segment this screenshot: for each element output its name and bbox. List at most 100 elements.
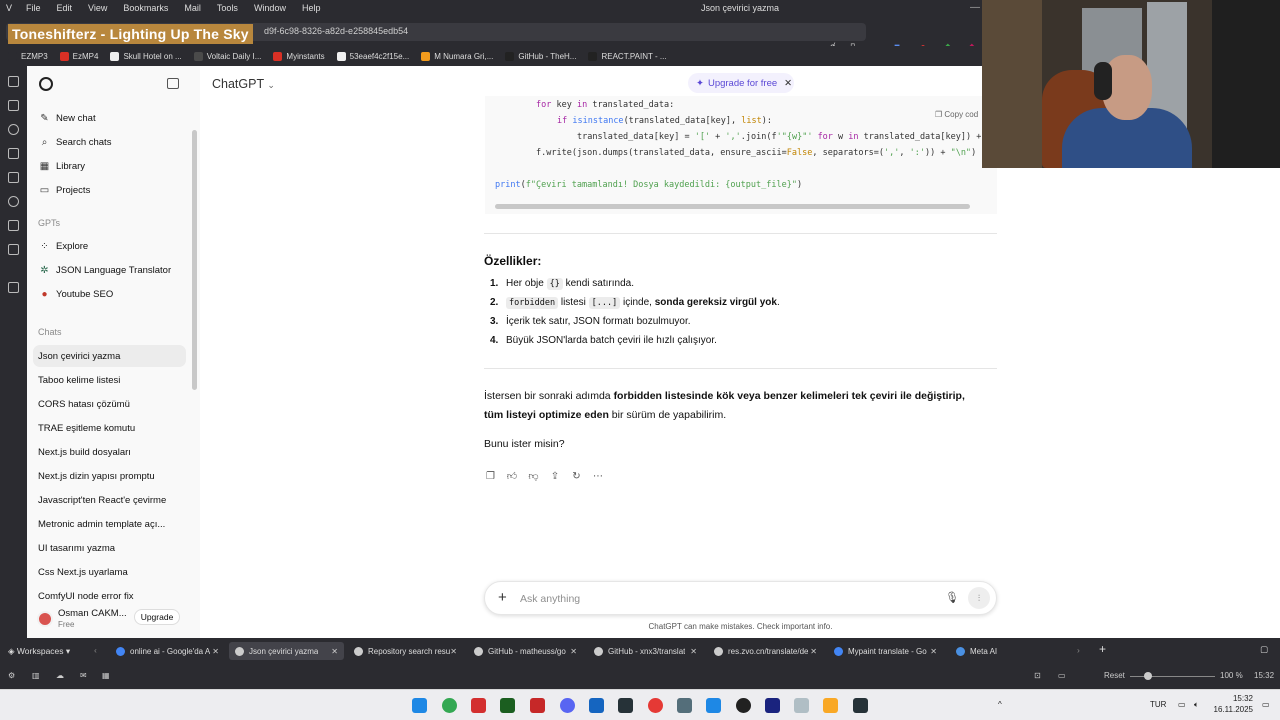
bookmarks-panel-icon[interactable] (8, 76, 19, 87)
close-tab-icon[interactable]: ✕ (810, 647, 817, 656)
chatgpt-logo-icon[interactable] (39, 77, 53, 91)
mail-panel-icon[interactable] (8, 220, 19, 231)
reading-list-panel-icon[interactable] (8, 196, 19, 207)
code-scrollbar[interactable] (495, 204, 970, 209)
browser-tab[interactable]: GitHub - xnx3/translat ✕ (588, 642, 703, 660)
explore-gpts-button[interactable]: ⁘ Explore (33, 235, 187, 257)
tray-time[interactable]: 15:32 (1213, 694, 1253, 703)
app-icon[interactable] (706, 698, 721, 713)
bookmark-item[interactable]: Voltaic Daily I... (193, 51, 261, 61)
calendar-panel-icon[interactable] (8, 244, 19, 255)
browser-tab[interactable]: Json çevirici yazma ✕ (229, 642, 344, 660)
close-tab-icon[interactable]: ✕ (212, 647, 219, 656)
chat-history-item[interactable]: Next.js build dosyaları (33, 441, 186, 463)
bookmark-item[interactable]: M Numara Gri,... (421, 51, 493, 61)
chat-history-item[interactable]: ComfyUI node error fix (33, 585, 186, 607)
zoom-slider-handle[interactable] (1144, 672, 1152, 680)
search-chats-button[interactable]: ⌕ Search chats (33, 131, 187, 153)
discord-icon[interactable] (560, 698, 575, 713)
close-tab-icon[interactable]: ✕ (570, 647, 577, 656)
start-icon[interactable] (412, 698, 427, 713)
new-chat-button[interactable]: ✎ New chat (33, 107, 187, 129)
close-tab-icon[interactable]: ✕ (450, 647, 457, 656)
gpt-youtube-seo[interactable]: ● Youtube SEO (33, 283, 187, 305)
upgrade-pill[interactable]: ✦ Upgrade for free ✕ (688, 73, 794, 93)
network-icon[interactable]: ▭ (1178, 700, 1186, 709)
avatar[interactable] (37, 611, 53, 627)
browser-tab[interactable]: Mypaint translate - Go ✕ (828, 642, 943, 660)
more-icon[interactable]: ⋯ (593, 471, 604, 482)
downloads-panel-icon[interactable] (8, 100, 19, 111)
bookmark-item[interactable]: EZMP3 (8, 51, 48, 61)
menu-file[interactable]: File (18, 3, 49, 13)
bookmark-item[interactable]: Myinstants (273, 51, 325, 61)
vivaldi-logo-icon[interactable]: V (0, 3, 18, 13)
workspaces-button[interactable]: ◈ Workspaces ▾ (8, 646, 70, 657)
bookmark-item[interactable]: REACT.PAINT - ... (588, 51, 667, 61)
minimize-icon[interactable]: — (970, 2, 980, 13)
prompt-input[interactable]: Ask anything (520, 593, 580, 605)
url-text[interactable]: d9f-6c98-8326-a82d-e258845edb54 (264, 26, 408, 36)
menu-window[interactable]: Window (246, 3, 294, 13)
filezilla-icon[interactable] (530, 698, 545, 713)
close-tab-icon[interactable]: ✕ (331, 647, 338, 656)
new-tab-icon[interactable]: + (1099, 642, 1106, 656)
thumbs-down-icon[interactable]: 👎︎ (528, 471, 539, 482)
chat-history-item[interactable]: Json çevirici yazma (33, 345, 186, 367)
browser-tab[interactable]: online ai - Google'da A ✕ (110, 642, 225, 660)
bookmark-item[interactable]: 53eaef4c2f15e... (336, 51, 409, 61)
sidebar-toggle-icon[interactable] (167, 78, 179, 89)
chevron-right-icon[interactable]: › (1077, 645, 1080, 655)
folder-icon[interactable] (823, 698, 838, 713)
library-button[interactable]: ▦ Library (33, 155, 187, 177)
bookmark-item[interactable]: GitHub - TheH... (505, 51, 576, 61)
history-panel-icon[interactable] (8, 124, 19, 135)
panel-icon[interactable]: ▥ (32, 671, 40, 680)
notifications-icon[interactable]: ▭ (1262, 700, 1270, 709)
bookmark-item[interactable]: EzMP4 (59, 51, 98, 61)
menu-bookmarks[interactable]: Bookmarks (115, 3, 176, 13)
browser-tab[interactable]: Repository search resu ✕ (348, 642, 463, 660)
close-tab-icon[interactable]: ✕ (930, 647, 937, 656)
zoom-slider[interactable] (1130, 676, 1215, 677)
browser-tab[interactable]: GitHub - matheuss/go ✕ (468, 642, 583, 660)
calendar-icon[interactable]: ▦ (102, 671, 110, 680)
input-language[interactable]: TUR (1150, 700, 1166, 709)
close-icon[interactable]: ✕ (784, 78, 792, 89)
chat-history-item[interactable]: Javascript'ten React'e çevirme (33, 489, 186, 511)
menu-mail[interactable]: Mail (176, 3, 209, 13)
app-icon[interactable] (677, 698, 692, 713)
app-icon[interactable] (589, 698, 604, 713)
mail-icon[interactable]: ✉ (80, 671, 87, 680)
gpt-json-translator[interactable]: ✲ JSON Language Translator (33, 259, 187, 281)
terminal-icon[interactable] (853, 698, 868, 713)
window-icon[interactable]: ▢ (1260, 644, 1268, 655)
app-icon[interactable] (794, 698, 809, 713)
voice-mode-button[interactable]: ⫶ (968, 587, 990, 609)
chat-history-item[interactable]: Css Next.js uyarlama (33, 561, 186, 583)
thumbs-up-icon[interactable]: 👍︎ (507, 471, 518, 482)
share-icon[interactable]: ⇪ (550, 471, 561, 482)
microphone-icon[interactable]: 🎙︎ (945, 591, 959, 604)
close-tab-icon[interactable]: ✕ (690, 647, 697, 656)
chevron-left-icon[interactable]: ‹ (94, 645, 97, 655)
tray-date[interactable]: 16.11.2025 (1213, 705, 1253, 714)
upgrade-button[interactable]: Upgrade (134, 609, 180, 625)
user-profile[interactable]: Osman CAKM... Free Upgrade (27, 606, 200, 638)
chrome-icon[interactable] (442, 698, 457, 713)
browser-tab[interactable]: Meta AI (950, 642, 1040, 660)
plus-icon[interactable]: + (498, 589, 507, 606)
chat-history-item[interactable]: UI tasarımı yazma (33, 537, 186, 559)
chat-history-item[interactable]: CORS hatası çözümü (33, 393, 186, 415)
tiling-icon[interactable]: ▭ (1058, 671, 1066, 680)
copy-icon[interactable]: ❐ (485, 471, 496, 482)
capture-icon[interactable]: ⊡ (1034, 671, 1041, 680)
projects-button[interactable]: ▭ Projects (33, 179, 187, 201)
chat-history-item[interactable]: Next.js dizin yapısı promptu (33, 465, 186, 487)
app-icon[interactable] (618, 698, 633, 713)
menu-help[interactable]: Help (294, 3, 329, 13)
chat-history-item[interactable]: Metronic admin template açı... (33, 513, 186, 535)
chat-history-item[interactable]: Taboo kelime listesi (33, 369, 186, 391)
cloud-icon[interactable]: ☁ (56, 671, 64, 680)
menu-view[interactable]: View (80, 3, 115, 13)
